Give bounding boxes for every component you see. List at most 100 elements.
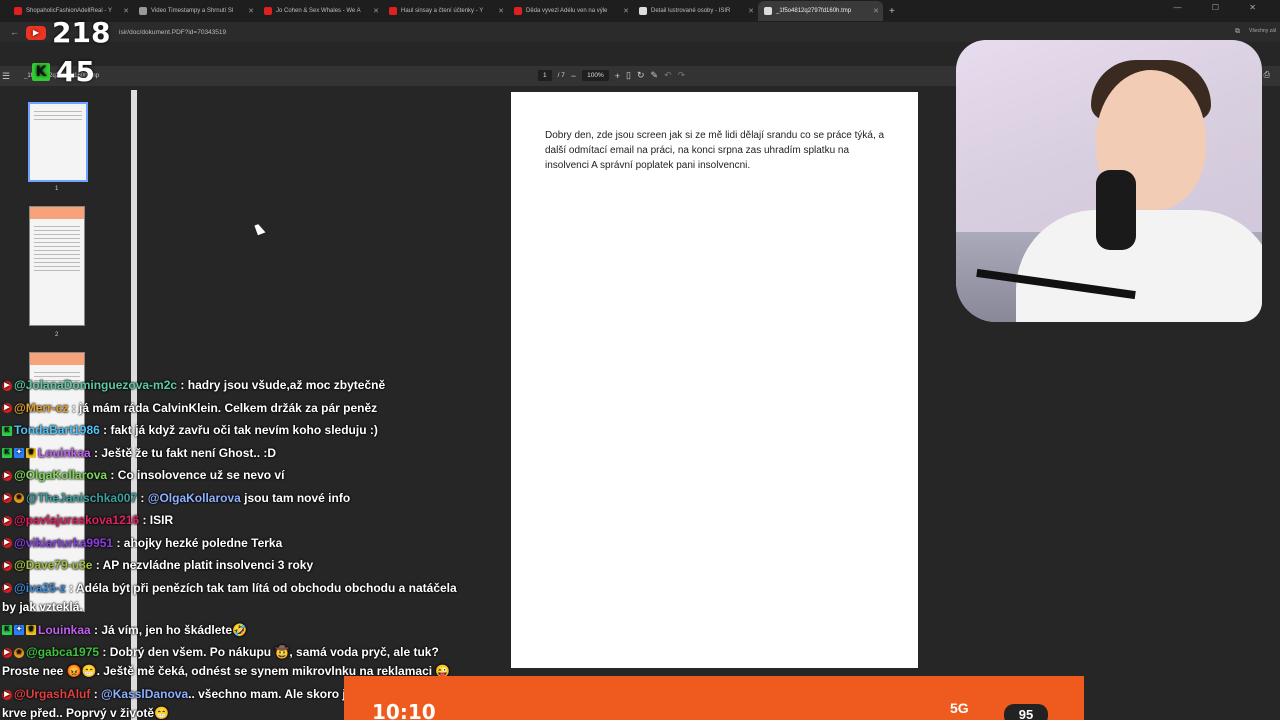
page-controls: 1 / 7 − 100% + ▯ ↻ ✎ ↶ ↷: [538, 70, 685, 81]
chat-badge-yt-icon: ▶: [2, 493, 12, 504]
chat-username: Louinkaa: [38, 445, 91, 460]
tab-close-icon[interactable]: ✕: [373, 7, 379, 15]
page-thumbnail-1[interactable]: [28, 102, 88, 182]
tab-close-icon[interactable]: ✕: [498, 7, 504, 15]
address-bar: ← isir/doc/dokument.PDF?id=70343519 ⧉ Vš…: [0, 22, 1280, 42]
chat-message: ▶ @pavlajuraskova1216 : ISIR: [2, 509, 472, 532]
chat-message: ▶ @Merr-cz : já mám ráda CalvinKlein. Cel…: [2, 397, 472, 420]
chat-message: ▶ @JolanaDominguezova-m2c : hadry jsou vš…: [2, 374, 472, 397]
browser-tab[interactable]: Děda vyvezl Adélu ven na výle ✕: [508, 1, 633, 21]
rotate-icon[interactable]: ↻: [637, 70, 645, 81]
chat-badge-crown-icon: ♛: [26, 625, 36, 636]
chat-username: @gabca1975: [26, 645, 100, 659]
chat-badge-yt-icon: ▶: [2, 470, 12, 481]
undo-icon[interactable]: ↶: [664, 70, 672, 81]
chat-badge-kk-icon: K: [2, 625, 12, 636]
chat-badge-yt-icon: ▶: [2, 515, 12, 526]
browser-tab[interactable]: Detail lustrované osoby - ISIR ✕: [633, 1, 758, 21]
zoom-in-button[interactable]: +: [615, 71, 620, 81]
chat-text: : Já vím, jen ho škádlete🤣: [90, 622, 248, 637]
chat-username: @pavlajuraskova1216: [14, 513, 140, 527]
tab-close-icon[interactable]: ✕: [623, 7, 629, 15]
extensions-icon[interactable]: ⧉: [1235, 28, 1240, 36]
chat-badge-yt-icon: ▶: [2, 538, 12, 549]
tab-favicon-icon: [639, 7, 647, 15]
chat-badge-yt-icon: ▶: [2, 403, 12, 414]
chat-text: : Ještě že tu fakt není Ghost.. :D: [90, 445, 277, 460]
kick-icon: K: [32, 62, 50, 81]
fit-page-icon[interactable]: ▯: [626, 70, 631, 81]
chat-text: : ISIR: [139, 513, 174, 527]
chat-text: : hadry jsou všude,až moc zbytečně: [177, 378, 386, 392]
microphone-icon: [1096, 170, 1136, 250]
chat-text: : fakt já když zavřu oči tak nevím koho …: [99, 423, 378, 437]
youtube-viewer-count: 218: [52, 16, 111, 49]
annotate-icon[interactable]: ✎: [651, 70, 659, 81]
url-field[interactable]: isir/doc/dokument.PDF?id=70343519: [119, 29, 226, 36]
thumbnail-page-number: 1: [55, 186, 59, 192]
tab-close-icon[interactable]: ✕: [248, 7, 254, 15]
chat-badge-star-icon: ★: [14, 493, 24, 504]
tab-favicon-icon: [764, 7, 772, 15]
new-tab-button[interactable]: +: [889, 6, 895, 17]
tab-close-icon[interactable]: ✕: [123, 7, 129, 15]
chat-username: @TheJanischka007: [26, 490, 138, 505]
chat-username: @iva25-z: [14, 580, 66, 595]
chat-username: @Merr-cz: [14, 400, 69, 415]
browser-tab[interactable]: Video Timestampy a Shrnutí Sl ✕: [133, 1, 258, 21]
browser-tab[interactable]: Jo Cohen & Sex Whales - We A ✕: [258, 1, 383, 21]
browser-tab-bar: ShopaholicFashionAdellReal - Y ✕ Video Tim…: [0, 0, 1280, 22]
page-thumbnail-2[interactable]: [29, 206, 85, 326]
tab-label: _1f5o4812q2797fd160h.tmp: [776, 8, 852, 14]
chat-message: ▶ @Dave79-u3e : AP nezvládne platit insol…: [2, 554, 472, 577]
chat-username: TondaBart1986: [14, 423, 100, 437]
tab-favicon-icon: [514, 7, 522, 15]
chat-username: @Dave79-u3e: [14, 558, 93, 572]
menu-icon[interactable]: ☰: [2, 71, 10, 82]
redo-icon[interactable]: ↷: [678, 70, 686, 81]
tab-label: Haul sinsay a čtení účtenky - Y: [401, 8, 484, 14]
page-number-input[interactable]: 1: [538, 70, 552, 81]
browser-tab[interactable]: _1f5o4812q2797fd160h.tmp ✕: [758, 1, 883, 21]
chat-username: @UrgashAluf: [14, 687, 91, 701]
tab-close-icon[interactable]: ✕: [873, 7, 879, 15]
window-controls[interactable]: — ☐ ✕: [1174, 3, 1270, 12]
tab-favicon-icon: [14, 7, 22, 15]
browser-tab[interactable]: Haul sinsay a čtení účtenky - Y ✕: [383, 1, 508, 21]
chat-mention: @KasslDanova: [101, 687, 189, 701]
battery-level: 95: [1004, 704, 1048, 720]
chat-message: ▶ @iva25-z : Adéla být při penězích tak t…: [2, 577, 472, 619]
tabs-container: ShopaholicFashionAdellReal - Y ✕ Video Tim…: [8, 1, 883, 21]
chat-username: @OlgaKollarova: [14, 468, 108, 482]
tab-label: Jo Cohen & Sex Whales - We A: [276, 8, 361, 14]
chat-badge-mod-icon: ✦: [14, 625, 24, 636]
chat-message: K TondaBart1986 : fakt já když zavřu oči …: [2, 419, 472, 442]
chat-badge-yt-icon: ▶: [2, 583, 12, 594]
document-text: Dobry den, zde jsou screen jak si ze mě …: [545, 130, 885, 171]
chat-badge-kk-icon: K: [2, 425, 12, 436]
chat-message: ▶ @OlgaKollarova : Co insolovence už se n…: [2, 464, 472, 487]
back-icon[interactable]: ←: [10, 27, 19, 37]
youtube-icon: ▶: [26, 25, 46, 40]
tab-favicon-icon: [264, 7, 272, 15]
chat-overlay: ▶ @JolanaDominguezova-m2c : hadry jsou vš…: [2, 374, 472, 720]
tab-favicon-icon: [389, 7, 397, 15]
thumbnail-page-number: 2: [55, 332, 59, 338]
tab-label: Děda vyvezl Adélu ven na výle: [526, 8, 608, 14]
chat-text: : AP nezvládne platit insolvenci 3 roky: [92, 558, 314, 572]
tab-close-icon[interactable]: ✕: [748, 7, 754, 15]
chat-text: : Co insolovence už se nevo ví: [107, 468, 285, 482]
tab-label: Detail lustrované osoby - ISIR: [651, 8, 731, 14]
page-total: / 7: [557, 72, 565, 79]
print-icon[interactable]: ⎙: [1264, 70, 1270, 80]
chat-badge-kk-icon: K: [2, 448, 12, 459]
zoom-out-button[interactable]: −: [571, 71, 576, 81]
network-indicator: 5G: [950, 700, 969, 716]
all-bookmarks-link[interactable]: Všechny zál: [1249, 28, 1276, 34]
chat-badge-crown-icon: ♛: [26, 448, 36, 459]
zoom-level[interactable]: 100%: [582, 70, 609, 81]
chat-badge-mod-icon: ✦: [14, 448, 24, 459]
chat-message: K ✦ ♛ Louinkaa : Já vím, jen ho škádlete🤣: [2, 619, 472, 642]
pdf-page: Dobry den, zde jsou screen jak si ze mě …: [511, 92, 918, 668]
tab-label: Video Timestampy a Shrnutí Sl: [151, 8, 234, 14]
